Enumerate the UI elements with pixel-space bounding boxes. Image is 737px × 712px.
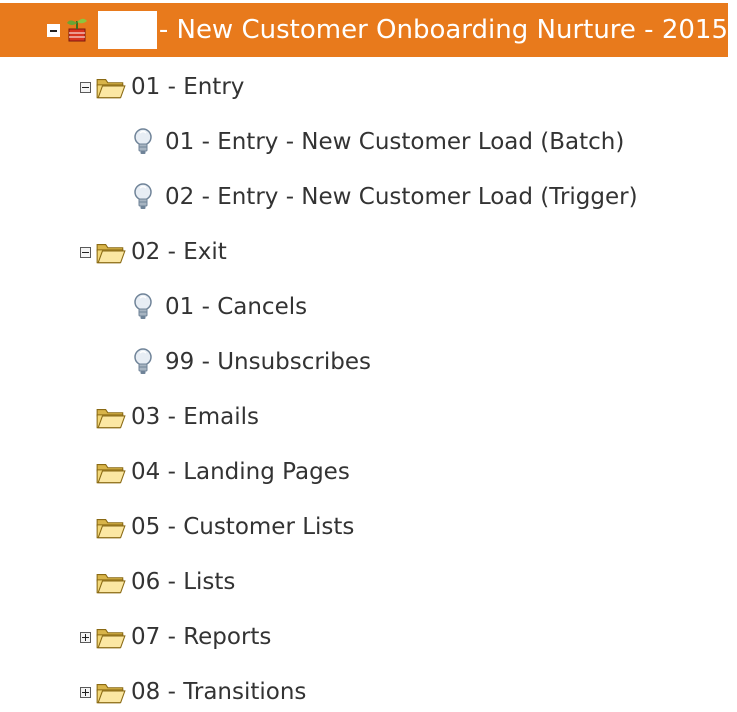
program-icon [65,17,91,43]
lightbulb-icon [132,347,154,377]
folder-icon [95,404,127,430]
folder-07-reports[interactable]: 07 - Reports [0,617,271,657]
redacted-program-name [98,11,157,49]
tree-item-label: 01 - Cancels [165,294,308,320]
tree-root-program[interactable]: - New Customer Onboarding Nurture - 2015 [0,3,728,57]
folder-icon [95,624,127,650]
tree-item-label: 03 - Emails [131,404,259,430]
tree-item-label: 06 - Lists [131,569,236,595]
collapse-icon[interactable] [47,23,60,37]
campaign-01-cancels[interactable]: 01 - Cancels [0,287,307,327]
folder-icon [95,569,127,595]
toggle-spacer [80,522,91,533]
tree-item-label: 05 - Customer Lists [131,514,355,540]
folder-icon [95,74,127,100]
tree-item-label: 02 - Entry - New Customer Load (Trigger) [165,184,638,210]
tree-item-label: 04 - Landing Pages [131,459,350,485]
folder-05-customer-lists[interactable]: 05 - Customer Lists [0,507,354,547]
lightbulb-icon [132,127,154,157]
folder-icon [95,239,127,265]
expand-icon[interactable] [80,631,91,643]
folder-icon [95,514,127,540]
expand-icon[interactable] [80,686,91,698]
toggle-spacer [80,412,91,423]
folder-02-exit[interactable]: 02 - Exit [0,232,227,272]
folder-03-emails[interactable]: 03 - Emails [0,397,259,437]
tree-item-label: 07 - Reports [131,624,272,650]
tree-item-label: 99 - Unsubscribes [165,349,371,375]
toggle-spacer [80,467,91,478]
folder-icon [95,679,127,705]
folder-01-entry[interactable]: 01 - Entry [0,67,244,107]
tree-item-label: 02 - Exit [131,239,227,265]
collapse-icon[interactable] [80,246,91,258]
campaign-01-entry-new-customer-load-batch[interactable]: 01 - Entry - New Customer Load (Batch) [0,122,624,162]
tree-item-label: 08 - Transitions [131,679,307,705]
tree-item-label: 01 - Entry - New Customer Load (Batch) [165,129,625,155]
collapse-icon[interactable] [80,81,91,93]
campaign-99-unsubscribes[interactable]: 99 - Unsubscribes [0,342,371,382]
toggle-spacer [80,577,91,588]
tree-item-label: 01 - Entry [131,74,245,100]
folder-icon [95,459,127,485]
lightbulb-icon [132,292,154,322]
campaign-02-entry-new-customer-load-trigger[interactable]: 02 - Entry - New Customer Load (Trigger) [0,177,638,217]
folder-08-transitions[interactable]: 08 - Transitions [0,672,306,712]
folder-04-landing-pages[interactable]: 04 - Landing Pages [0,452,350,492]
folder-06-lists[interactable]: 06 - Lists [0,562,235,602]
program-title: - New Customer Onboarding Nurture - 2015 [158,15,728,45]
lightbulb-icon [132,182,154,212]
